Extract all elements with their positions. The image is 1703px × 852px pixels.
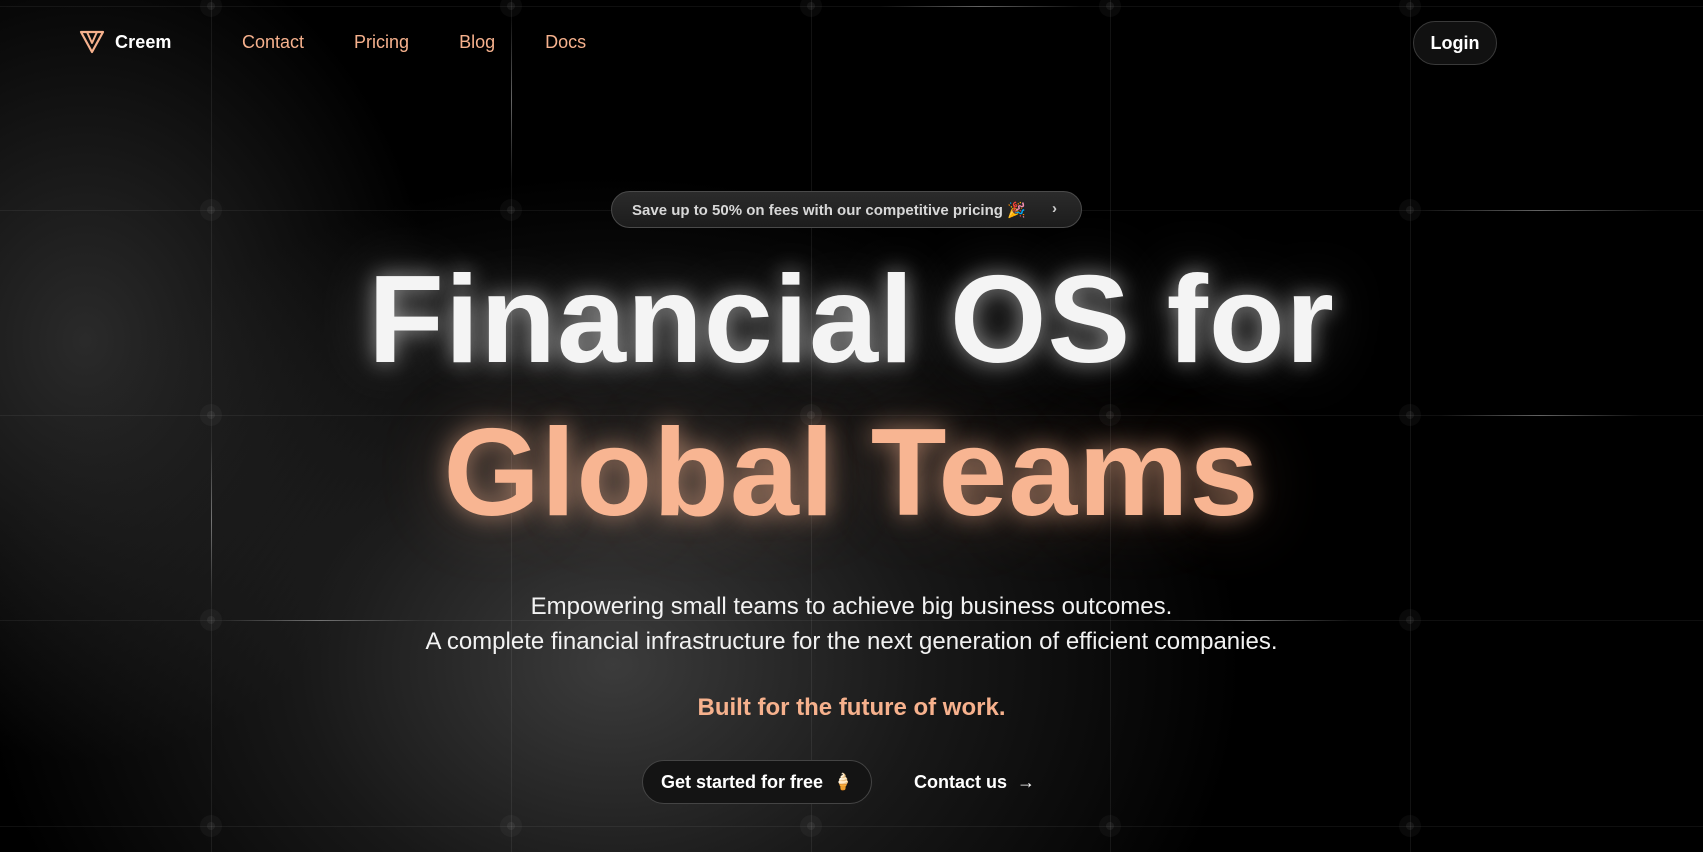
nav-link-docs[interactable]: Docs — [545, 32, 586, 53]
promo-banner[interactable]: Save up to 50% on fees with our competit… — [611, 191, 1082, 228]
chevron-right-icon: › — [1052, 200, 1057, 217]
get-started-label: Get started for free — [661, 771, 824, 792]
hero-headline-line2: Global Teams — [443, 404, 1260, 542]
login-button[interactable]: Login — [1413, 21, 1497, 65]
page: Creem Contact Pricing Blog Docs Login Sa… — [0, 0, 1703, 852]
arrow-right-icon: → — [1017, 771, 1036, 792]
nav-link-blog[interactable]: Blog — [459, 32, 495, 53]
hero-headline-line1: Financial OS for — [368, 251, 1335, 389]
hero-tagline: Built for the future of work. — [697, 694, 1006, 721]
hero-subtitle-line2: A complete financial infrastructure for … — [425, 628, 1278, 655]
contact-us-button[interactable]: Contact us → — [914, 760, 1035, 804]
promo-text: Save up to 50% on fees with our competit… — [632, 201, 1026, 219]
get-started-button[interactable]: Get started for free 🍦 — [642, 760, 872, 804]
ice-cream-icon: 🍦 — [833, 774, 853, 791]
logo-icon — [79, 30, 105, 54]
nav-link-pricing[interactable]: Pricing — [354, 32, 409, 53]
nav-link-contact[interactable]: Contact — [242, 32, 304, 53]
contact-us-label: Contact us — [914, 771, 1008, 792]
brand-name: Creem — [115, 31, 172, 52]
brand[interactable]: Creem — [79, 30, 172, 54]
hero-subtitle: Empowering small teams to achieve big bu… — [0, 589, 1703, 659]
top-nav: Creem Contact Pricing Blog Docs Login — [0, 0, 1703, 88]
nav-links: Contact Pricing Blog Docs — [242, 32, 586, 53]
hero-subtitle-line1: Empowering small teams to achieve big bu… — [530, 593, 1173, 620]
